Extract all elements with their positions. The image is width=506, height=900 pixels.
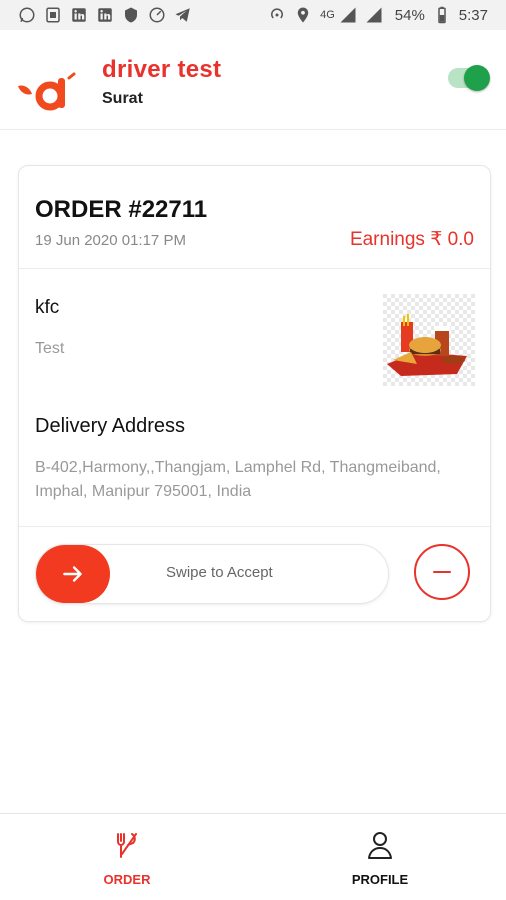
telegram-icon [174,6,192,24]
restaurant-name: kfc [35,297,60,318]
clock: 5:37 [458,6,488,24]
signal-icon [365,6,383,24]
swipe-handle[interactable] [36,545,110,603]
whatsapp-icon [18,6,36,24]
hotspot-icon [268,6,286,24]
user-icon [368,832,392,859]
status-right-icons: 4G 54% 5:37 [268,6,488,24]
app-header: driver test Surat [0,30,506,130]
reject-order-button[interactable] [414,544,470,600]
location-icon [294,6,312,24]
nav-item-order[interactable]: ORDER [67,830,187,887]
nav-item-profile[interactable]: PROFILE [320,830,440,887]
linkedin-icon [70,6,88,24]
status-bar: 4G 54% 5:37 [0,0,506,30]
swipe-to-accept-slider[interactable]: Swipe to Accept [35,544,389,604]
battery-icon [433,6,451,24]
order-number: ORDER #22711 [35,196,208,223]
app-logo-icon [18,72,76,111]
signal-icon [339,6,357,24]
online-toggle[interactable] [448,65,490,91]
status-left-icons [18,6,192,24]
divider [19,268,490,269]
delivery-address-heading: Delivery Address [35,415,186,437]
fork-knife-icon [117,833,137,858]
order-card[interactable]: ORDER #22711 19 Jun 2020 01:17 PM Earnin… [18,165,491,622]
linkedin-icon [96,6,114,24]
network-label: 4G [320,9,335,21]
minus-icon [433,571,451,573]
food-image [383,294,475,386]
toggle-knob [464,65,490,91]
swipe-label: Swipe to Accept [166,564,273,581]
order-date: 19 Jun 2020 01:17 PM [35,232,186,249]
delivery-address: B-402,Harmony,,Thangjam, Lamphel Rd, Tha… [35,459,441,500]
driver-city: Surat [102,90,143,107]
speedometer-icon [148,6,166,24]
battery-percentage: 54% [394,6,425,24]
arrow-right-icon [63,566,82,582]
divider [19,526,490,527]
nav-label-order: ORDER [103,872,151,887]
driver-name: driver test [102,56,222,83]
sim-icon [44,6,62,24]
nav-label-profile: PROFILE [351,872,409,887]
shield-icon [122,6,140,24]
order-note: Test [35,340,65,357]
order-earnings: Earnings ₹ 0.0 [349,229,474,250]
bottom-navigation: ORDER PROFILE [0,813,506,900]
